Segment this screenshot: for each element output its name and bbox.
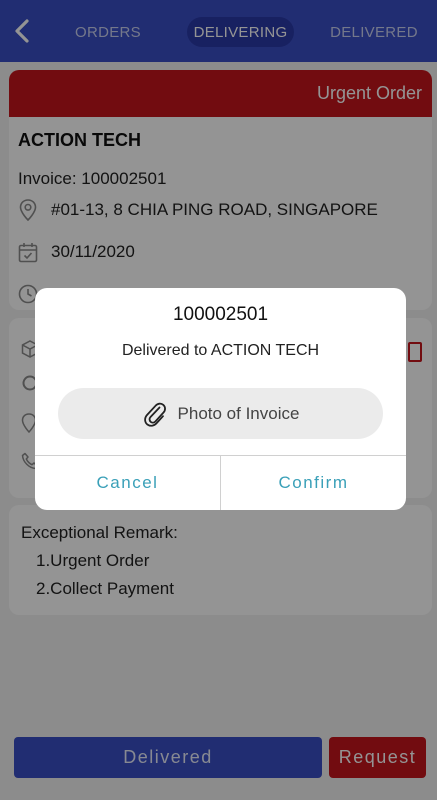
dialog-title: 100002501 bbox=[172, 304, 269, 325]
dialog-message: Delivered to ACTION TECH bbox=[121, 342, 320, 359]
cancel-button[interactable]: Cancel bbox=[35, 456, 220, 510]
delivery-confirm-dialog: 100002501 Delivered to ACTION TECH Photo… bbox=[35, 288, 406, 510]
photo-of-invoice-label: Photo of Invoice bbox=[177, 403, 300, 423]
confirm-button[interactable]: Confirm bbox=[221, 456, 406, 510]
photo-of-invoice-button[interactable]: Photo of Invoice bbox=[58, 388, 383, 439]
paperclip-icon bbox=[142, 401, 168, 427]
